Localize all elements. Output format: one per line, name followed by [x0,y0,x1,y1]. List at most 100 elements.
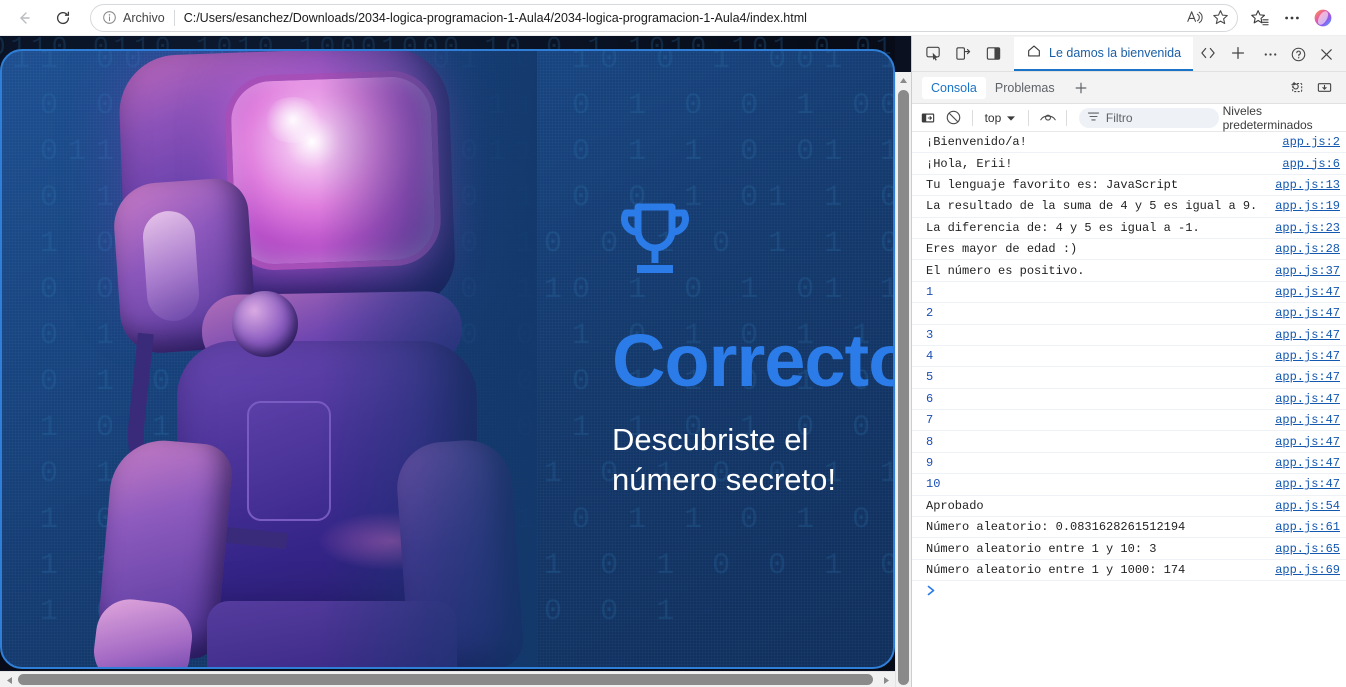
console-message-text: 9 [926,456,934,471]
read-aloud-icon[interactable] [1181,6,1207,30]
console-message-row[interactable]: Número aleatorio: 0.0831628261512194 app.… [912,517,1346,539]
dock-bottom-icon[interactable] [1310,73,1338,103]
console-message-row[interactable]: 5 app.js:47 [912,367,1346,389]
console-message-row[interactable]: 9 app.js:47 [912,453,1346,475]
console-message-row[interactable]: Aprobado app.js:54 [912,496,1346,518]
page-horizontal-scrollbar[interactable] [0,671,895,687]
console-source-link[interactable]: app.js:47 [1267,413,1340,427]
tab-problemas[interactable]: Problemas [986,77,1064,99]
url-text[interactable]: C:/Users/esanchez/Downloads/2034-logica-… [184,11,1181,25]
reload-button[interactable] [48,3,78,33]
search-input[interactable]: Filtro [1078,107,1219,128]
chevron-down-icon [1006,111,1016,125]
console-message-row[interactable]: ¡Hola, Erii! app.js:6 [912,153,1346,175]
log-levels-dropdown[interactable]: Niveles predeterminados [1223,104,1340,132]
reload-icon [54,9,72,27]
refresh-panel-icon[interactable] [1282,73,1310,103]
console-source-link[interactable]: app.js:47 [1267,392,1340,406]
console-source-link[interactable]: app.js:54 [1267,499,1340,513]
console-message-row[interactable]: Número aleatorio entre 1 y 1000: 174 app.… [912,560,1346,582]
console-source-link[interactable]: app.js:47 [1267,328,1340,342]
address-bar[interactable]: Archivo C:/Users/esanchez/Downloads/2034… [90,3,1238,32]
console-context-selector[interactable]: top [981,111,1021,125]
console-source-link[interactable]: app.js:47 [1267,435,1340,449]
console-message-row[interactable]: El número es positivo. app.js:37 [912,260,1346,282]
address-bar-actions [1181,6,1233,30]
hero-card: 011 00 1010 0 1 01 0 10 0 1 001 10 0 01 … [0,49,895,669]
ellipsis-icon[interactable] [1276,3,1308,33]
back-button[interactable] [9,3,39,33]
console-source-link[interactable]: app.js:47 [1267,349,1340,363]
console-source-link[interactable]: app.js:23 [1267,221,1340,235]
console-message-text: 3 [926,327,934,342]
toolbar-divider [1028,109,1030,126]
console-source-link[interactable]: app.js:61 [1267,520,1340,534]
console-message-text: 5 [926,370,934,385]
console-message-row[interactable]: 4 app.js:47 [912,346,1346,368]
console-source-link[interactable]: app.js:47 [1267,477,1340,491]
console-message-text: 4 [926,349,934,364]
console-source-link[interactable]: app.js:47 [1267,456,1340,470]
tab-consola[interactable]: Consola [922,76,986,99]
devtools-main-tab[interactable]: Le damos la bienvenida [1014,37,1194,71]
console-message-row[interactable]: Eres mayor de edad :) app.js:28 [912,239,1346,261]
console-source-link[interactable]: app.js:69 [1267,563,1340,577]
console-source-link[interactable]: app.js:47 [1267,370,1340,384]
scroll-up-arrow-icon[interactable] [896,72,911,89]
devtools-drawer-actions [1282,73,1346,103]
console-source-link[interactable]: app.js:65 [1267,542,1340,556]
info-circle-icon[interactable] [99,8,119,28]
console-source-link[interactable]: app.js:2 [1274,135,1340,149]
page-vertical-scrollbar[interactable] [895,72,911,687]
page-horizontal-scroll-thumb[interactable] [18,674,873,685]
device-emulation-icon[interactable] [948,36,978,70]
console-source-link[interactable]: app.js:13 [1267,178,1340,192]
console-message-row[interactable]: La resultado de la suma de 4 y 5 es igua… [912,196,1346,218]
console-sidebar-icon[interactable] [918,107,939,129]
scroll-right-arrow-icon[interactable] [878,672,894,687]
console-source-link[interactable]: app.js:19 [1267,199,1340,213]
back-arrow-icon [15,9,33,27]
clear-console-icon[interactable] [943,107,964,129]
ellipsis-icon[interactable] [1256,39,1284,69]
console-message-text: Tu lenguaje favorito es: JavaScript [926,177,1179,192]
collections-star-icon[interactable] [1244,3,1276,33]
console-input-prompt[interactable] [912,581,1346,605]
scroll-left-arrow-icon[interactable] [1,672,17,687]
console-message-row[interactable]: 2 app.js:47 [912,303,1346,325]
console-message-row[interactable]: Número aleatorio entre 1 y 10: 3 app.js:6… [912,538,1346,560]
dock-side-icon[interactable] [978,36,1008,70]
console-message-row[interactable]: La diferencia de: 4 y 5 es igual a -1. ap… [912,218,1346,239]
console-message-row[interactable]: 6 app.js:47 [912,389,1346,411]
close-icon[interactable] [1312,39,1340,69]
console-source-link[interactable]: app.js:47 [1267,306,1340,320]
browser-actions [1244,3,1346,33]
console-message-row[interactable]: Tu lenguaje favorito es: JavaScript app.j… [912,175,1346,197]
console-source-link[interactable]: app.js:6 [1274,157,1340,171]
copilot-icon[interactable] [1308,3,1338,33]
console-message-row[interactable]: 1 app.js:47 [912,282,1346,304]
devtools-top-bar-actions [1256,37,1346,71]
file-scheme-label: Archivo [123,10,165,25]
console-source-link[interactable]: app.js:37 [1267,264,1340,278]
console-message-row[interactable]: 10 app.js:47 [912,474,1346,496]
console-source-link[interactable]: app.js:28 [1267,242,1340,256]
code-brackets-icon[interactable] [1193,36,1223,70]
console-message-text: Eres mayor de edad :) [926,242,1078,257]
console-message-row[interactable]: 3 app.js:47 [912,325,1346,346]
console-message-row[interactable]: 8 app.js:47 [912,431,1346,453]
add-drawer-tab-button[interactable] [1064,76,1098,100]
astronaut-hips [207,601,457,667]
console-message-row[interactable]: ¡Bienvenido/a! app.js:2 [912,132,1346,154]
page-vertical-scroll-thumb[interactable] [898,90,909,685]
console-message-text: 7 [926,413,934,428]
console-message-row[interactable]: 7 app.js:47 [912,410,1346,432]
inspect-element-icon[interactable] [918,36,948,70]
devtools-drawer-tabbar: Consola Problemas [912,72,1346,104]
eye-icon[interactable] [1037,107,1058,129]
console-message-list[interactable]: ¡Bienvenido/a! app.js:2 ¡Hola, Erii! app.js… [912,132,1346,687]
question-circle-icon[interactable] [1284,39,1312,69]
star-icon[interactable] [1207,6,1233,30]
console-source-link[interactable]: app.js:47 [1267,285,1340,299]
plus-icon[interactable] [1223,36,1253,70]
